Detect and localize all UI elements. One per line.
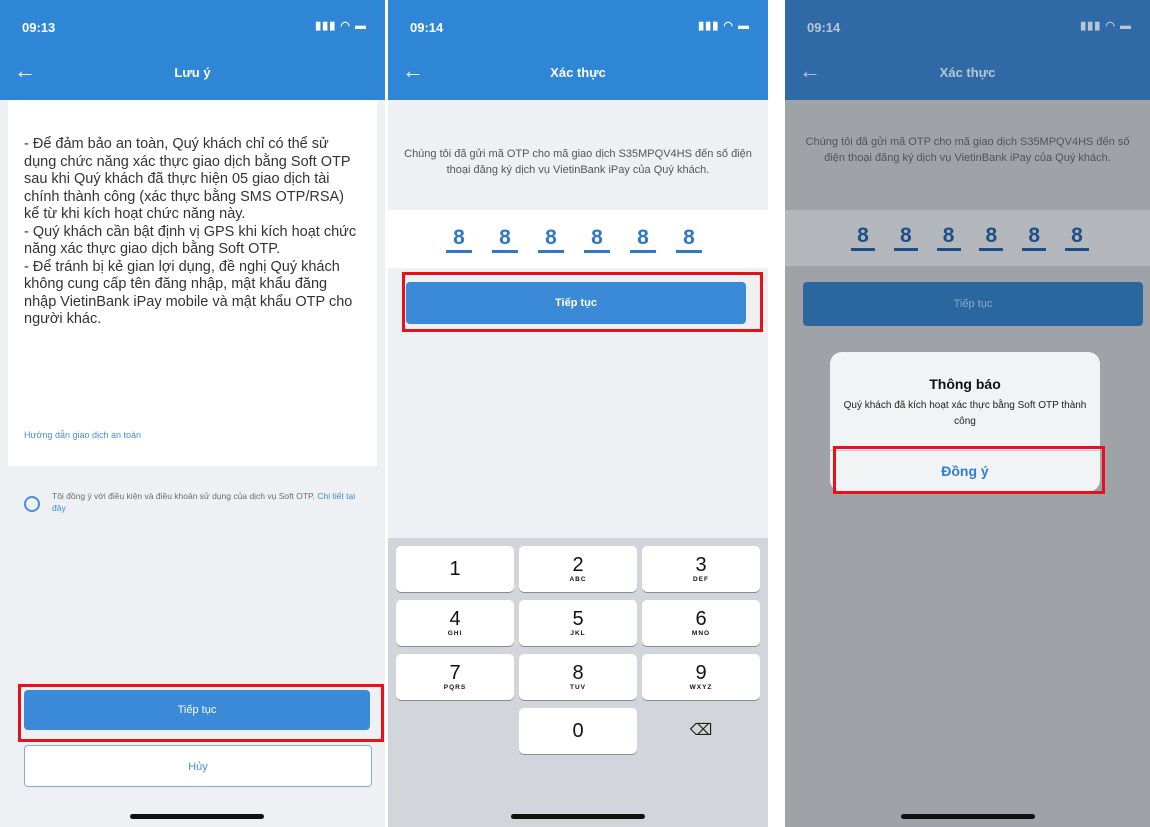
key-4[interactable]: 4 GHI [396, 600, 514, 646]
screen-otp: 09:14 ▮▮▮ ◠ ▬ ← Xác thực Chúng tôi đã gử… [388, 0, 768, 827]
status-bar: 09:14 ▮▮▮ ◠ ▬ [388, 0, 768, 46]
otp-digit-field: 8 [893, 224, 918, 251]
key-letters: TUV [570, 684, 586, 691]
key-number: 5 [572, 608, 584, 630]
key-number: 0 [572, 720, 584, 742]
key-2[interactable]: 2 ABC [519, 546, 637, 592]
home-indicator [511, 814, 645, 819]
otp-digit-field: 8 [936, 224, 961, 251]
agree-terms-row: Tôi đồng ý với điều kiện và điều khoản s… [20, 488, 371, 528]
key-7[interactable]: 7 PQRS [396, 654, 514, 700]
otp-digit-field[interactable]: 8 [676, 226, 702, 253]
page-title: Lưu ý [174, 65, 211, 80]
otp-sent-message: Chúng tôi đã gửi mã OTP cho mã giao dịch… [805, 136, 1130, 164]
notice-paragraph: - Quý khách cần bật định vị GPS khi kích… [24, 223, 357, 258]
otp-digits: 8 8 8 8 8 8 [851, 224, 1089, 251]
otp-digit-field[interactable]: 8 [492, 226, 518, 253]
otp-digit-field: 8 [851, 224, 875, 251]
status-bar: 09:14 ▮▮▮ ◠ ▬ [785, 0, 1150, 46]
key-number: 1 [449, 558, 461, 580]
notice-paragraph: - Để tránh bị kẻ gian lợi dụng, đề nghị … [24, 258, 353, 328]
otp-digits: 8 8 8 8 8 8 [446, 226, 702, 253]
highlight-box [402, 272, 763, 332]
key-0[interactable]: 0 [519, 708, 637, 754]
notice-paragraph: - Để đảm bảo an toàn, Quý khách chỉ có t… [24, 136, 351, 222]
signal-wifi-battery-icon: ▮▮▮ ◠ ▬ [698, 20, 750, 32]
nav-bar: ← Lưu ý [0, 46, 385, 100]
key-number: 8 [572, 662, 584, 684]
status-bar: 09:13 ▮▮▮ ◠ ▬ [0, 0, 385, 46]
numeric-keypad: 1 2 ABC 3 DEF 4 GHI 5 JKL 6 MNO 7 PQRS 8 TUV 9W… [388, 538, 768, 827]
highlight-box [833, 446, 1105, 494]
backspace-icon[interactable]: ⌫ [642, 708, 760, 754]
key-number: 9 [695, 662, 707, 684]
notice-text: - Để đảm bảo an toàn, Quý khách chỉ có t… [24, 136, 363, 329]
otp-digit-field: 8 [1064, 224, 1089, 251]
cancel-button[interactable]: Hủy [24, 745, 372, 787]
otp-digit-field[interactable]: 8 [630, 226, 656, 253]
key-number: 6 [695, 608, 707, 630]
alert-message: Quý khách đã kích hoạt xác thực bằng Sof… [843, 400, 1087, 427]
key-letters: DEF [693, 576, 709, 583]
key-5[interactable]: 5 JKL [519, 600, 637, 646]
otp-digit-field[interactable]: 8 [538, 226, 564, 253]
key-1[interactable]: 1 [396, 546, 514, 592]
agree-terms-text: Tôi đồng ý với điều kiện và điều khoản s… [52, 490, 371, 514]
key-letters: ABC [569, 576, 587, 583]
signal-wifi-battery-icon: ▮▮▮ ◠ ▬ [315, 20, 367, 32]
agree-radio-button[interactable] [24, 496, 40, 512]
key-number: 3 [695, 554, 707, 576]
status-time: 09:14 [410, 20, 444, 35]
page-title: Xác thực [550, 65, 606, 80]
key-3[interactable]: 3 DEF [642, 546, 760, 592]
key-number: 4 [449, 608, 461, 630]
key-number: 2 [572, 554, 584, 576]
key-letters: GHI [447, 630, 463, 637]
key-9[interactable]: 9 WXYZ [642, 654, 760, 700]
continue-button-dimmed: Tiếp tục [803, 282, 1143, 326]
screen-notice: 09:13 ▮▮▮ ◠ ▬ ← Lưu ý - Để đảm bảo an to… [0, 0, 385, 827]
home-indicator [130, 814, 264, 819]
otp-digit-field: 8 [1022, 224, 1047, 251]
otp-digit-field: 8 [979, 224, 1004, 251]
key-letters: MNO [691, 630, 711, 637]
otp-digit-field[interactable]: 8 [446, 226, 472, 253]
alert-title: Thông báo [929, 376, 1001, 392]
key-8[interactable]: 8 TUV [519, 654, 637, 700]
key-letters: PQRS [443, 684, 467, 691]
nav-bar: ← Xác thực [785, 46, 1150, 100]
home-indicator [901, 814, 1035, 819]
key-number: 7 [449, 662, 461, 684]
highlight-box [18, 684, 384, 742]
key-6[interactable]: 6 MNO [642, 600, 760, 646]
status-time: 09:14 [807, 20, 841, 35]
otp-input-row: 8 8 8 8 8 8 [785, 210, 1150, 266]
nav-bar: ← Xác thực [388, 46, 768, 100]
otp-input-row: 8 8 8 8 8 8 [388, 210, 768, 268]
page-title: Xác thực [939, 65, 996, 80]
signal-wifi-battery-icon: ▮▮▮ ◠ ▬ [1080, 20, 1132, 32]
key-letters: WXYZ [689, 684, 713, 691]
safe-transaction-guide-link[interactable]: Hướng dẫn giao dịch an toàn [24, 430, 141, 440]
otp-digit-field[interactable]: 8 [584, 226, 610, 253]
key-letters: JKL [570, 630, 586, 637]
agree-terms-label: Tôi đồng ý với điều kiện và điều khoản s… [52, 491, 315, 501]
status-time: 09:13 [22, 20, 56, 35]
screen-success-alert: 09:14 ▮▮▮ ◠ ▬ ← Xác thực Chúng tôi đã gử… [785, 0, 1150, 827]
otp-sent-message: Chúng tôi đã gửi mã OTP cho mã giao dịch… [404, 148, 752, 176]
notice-card: - Để đảm bảo an toàn, Quý khách chỉ có t… [8, 100, 377, 466]
